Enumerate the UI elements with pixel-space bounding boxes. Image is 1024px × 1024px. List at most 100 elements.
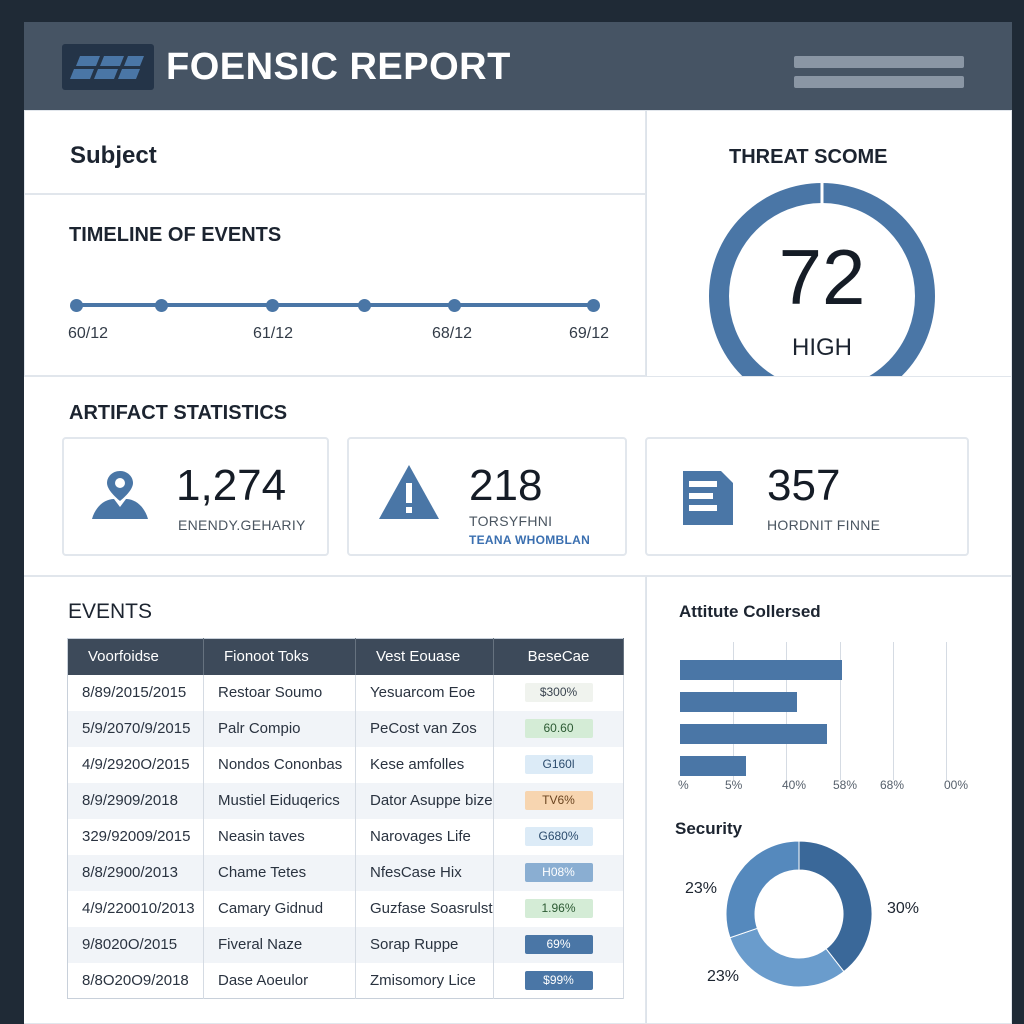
artifact-label: ARTIFACT STATISTICS <box>69 402 288 424</box>
cell-date: 5/9/2070/9/2015 <box>67 710 204 747</box>
bar-axis-tick: 40% <box>782 778 807 792</box>
bar-axis-tick: 58% <box>833 778 858 792</box>
warning-icon <box>379 465 439 519</box>
column-header[interactable]: Vest Eouase <box>355 638 494 675</box>
bar-chart-title: Attitute Collersed <box>679 602 821 621</box>
timeline-line <box>76 303 594 307</box>
donut-label: 23% <box>707 968 740 985</box>
stat-card[interactable]: 357 HORDNIT FINNE <box>645 437 969 556</box>
column-header[interactable]: BeseCae <box>493 638 624 675</box>
table-row[interactable]: 8/8O20O9/2018 Dase Aoeulor Zmisomory Lic… <box>67 962 624 999</box>
table-row[interactable]: 5/9/2070/9/2015 Palr Compio PeCost van Z… <box>67 710 624 747</box>
cell-date: 8/9/2909/2018 <box>67 782 204 819</box>
timeline-dot[interactable] <box>266 299 279 312</box>
status-badge: G160l <box>524 755 593 774</box>
cell-score: $99% <box>493 962 624 999</box>
report-window: FOENSIC REPORT Subject TIMELINE OF EVENT… <box>24 22 1012 1024</box>
timeline-tick: 69/12 <box>569 325 610 342</box>
bar-mark[interactable] <box>680 724 827 744</box>
cell-date: 8/8O20O9/2018 <box>67 962 204 999</box>
header-bar: FOENSIC REPORT <box>24 22 1012 110</box>
cell-score: $300% <box>493 674 624 711</box>
cell-type: Chame Tetes <box>203 854 356 891</box>
bar-axis-tick: 68% <box>880 778 905 792</box>
timeline-tick: 61/12 <box>253 325 294 342</box>
cell-source: NfesCase Hix <box>355 854 494 891</box>
cell-score: H08% <box>493 854 624 891</box>
status-badge: 69% <box>524 935 593 954</box>
subject-label: Subject <box>70 142 157 169</box>
table-row[interactable]: 4/9/220010/2013 Camary Gidnud Guzfase So… <box>67 890 624 927</box>
menu-icon[interactable] <box>794 56 964 90</box>
cell-source: PeCost van Zos <box>355 710 494 747</box>
threat-label: THREAT SCOME <box>729 146 888 168</box>
cell-score: 60.60 <box>493 710 624 747</box>
table-row[interactable]: 8/89/2015/2015 Restoar Soumo Yesuarcom E… <box>67 674 624 711</box>
cell-score: 1.96% <box>493 890 624 927</box>
column-header[interactable]: Voorfoidse <box>67 638 204 675</box>
timeline-tick: 68/12 <box>432 325 473 342</box>
bar-axis-tick: 5% <box>725 778 743 792</box>
donut-slice[interactable] <box>725 840 800 939</box>
cell-type: Fiveral Naze <box>203 926 356 963</box>
cell-date: 8/89/2015/2015 <box>67 674 204 711</box>
stat-card[interactable]: 1,274 ENENDY.GEHARIY <box>62 437 329 556</box>
bar-chart <box>680 632 970 802</box>
donut-label: 30% <box>887 900 920 917</box>
table-row[interactable]: 9/8020O/2015 Fiveral Naze Sorap Ruppe 69… <box>67 926 624 963</box>
timeline-dot[interactable] <box>358 299 371 312</box>
cell-date: 329/92009/2015 <box>67 818 204 855</box>
table-row[interactable]: 329/92009/2015 Neasin taves Narovages Li… <box>67 818 624 855</box>
timeline-dot[interactable] <box>70 299 83 312</box>
stat-card[interactable]: 218 TORSYFHNI TEANA WHOMBLAN <box>347 437 627 556</box>
status-badge: H08% <box>524 863 593 882</box>
status-badge: $300% <box>524 683 593 702</box>
timeline-panel <box>24 194 646 376</box>
donut-label: 23% <box>685 880 718 897</box>
cell-source: Narovages Life <box>355 818 494 855</box>
cell-date: 4/9/220010/2013 <box>67 890 204 927</box>
bar-mark[interactable] <box>680 756 747 776</box>
donut-slice[interactable] <box>798 840 873 973</box>
cell-source: Yesuarcom Eoe <box>355 674 494 711</box>
report-title: FOENSIC REPORT <box>166 46 511 88</box>
cell-type: Palr Compio <box>203 710 356 747</box>
bar-gridline <box>946 642 947 780</box>
stat-caption: HORDNIT FINNE <box>767 517 881 533</box>
cell-date: 8/8/2900/2013 <box>67 854 204 891</box>
status-badge: 60.60 <box>524 719 593 738</box>
table-row[interactable]: 8/8/2900/2013 Chame Tetes NfesCase Hix H… <box>67 854 624 891</box>
table-header: Voorfoidse Fionoot Toks Vest Eouase Bese… <box>67 638 624 675</box>
stat-value: 218 <box>469 461 543 510</box>
table-row[interactable]: 8/9/2909/2018 Mustiel Eiduqerics Dator A… <box>67 782 624 819</box>
bar-mark[interactable] <box>680 692 798 712</box>
threat-level: HIGH <box>792 334 852 361</box>
bar-mark[interactable] <box>680 660 842 680</box>
table-row[interactable]: 4/9/2920O/2015 Nondos Cononbas Kese amfo… <box>67 746 624 783</box>
timeline-dot[interactable] <box>587 299 600 312</box>
cell-source: Guzfase Soasrulst <box>355 890 494 927</box>
events-table: Voorfoidse Fionoot Toks Vest Eouase Bese… <box>67 638 624 999</box>
bar-chart-axis: % 5% 40% 58% 68% 00% <box>678 778 970 798</box>
bar-axis-tick: 00% <box>944 778 969 792</box>
timeline-dot[interactable] <box>448 299 461 312</box>
cell-score: TV6% <box>493 782 624 819</box>
stat-value: 357 <box>767 461 841 510</box>
cell-source: Zmisomory Lice <box>355 962 494 999</box>
cell-date: 9/8020O/2015 <box>67 926 204 963</box>
timeline-dot[interactable] <box>155 299 168 312</box>
status-badge: TV6% <box>524 791 593 810</box>
stat-caption: TORSYFHNI <box>469 513 553 529</box>
timeline-tick: 60/12 <box>68 325 109 342</box>
column-header[interactable]: Fionoot Toks <box>203 638 356 675</box>
cell-source: Dator Asuppe bize <box>355 782 494 819</box>
stat-sub-caption: TEANA WHOMBLAN <box>469 533 591 547</box>
bar-axis-tick: % <box>678 778 689 792</box>
cell-date: 4/9/2920O/2015 <box>67 746 204 783</box>
user-pin-icon <box>92 471 148 519</box>
document-icon <box>683 471 733 525</box>
cell-type: Nondos Cononbas <box>203 746 356 783</box>
status-badge: G680% <box>524 827 593 846</box>
bar-gridline <box>892 642 894 780</box>
donut-slice[interactable] <box>729 927 845 988</box>
